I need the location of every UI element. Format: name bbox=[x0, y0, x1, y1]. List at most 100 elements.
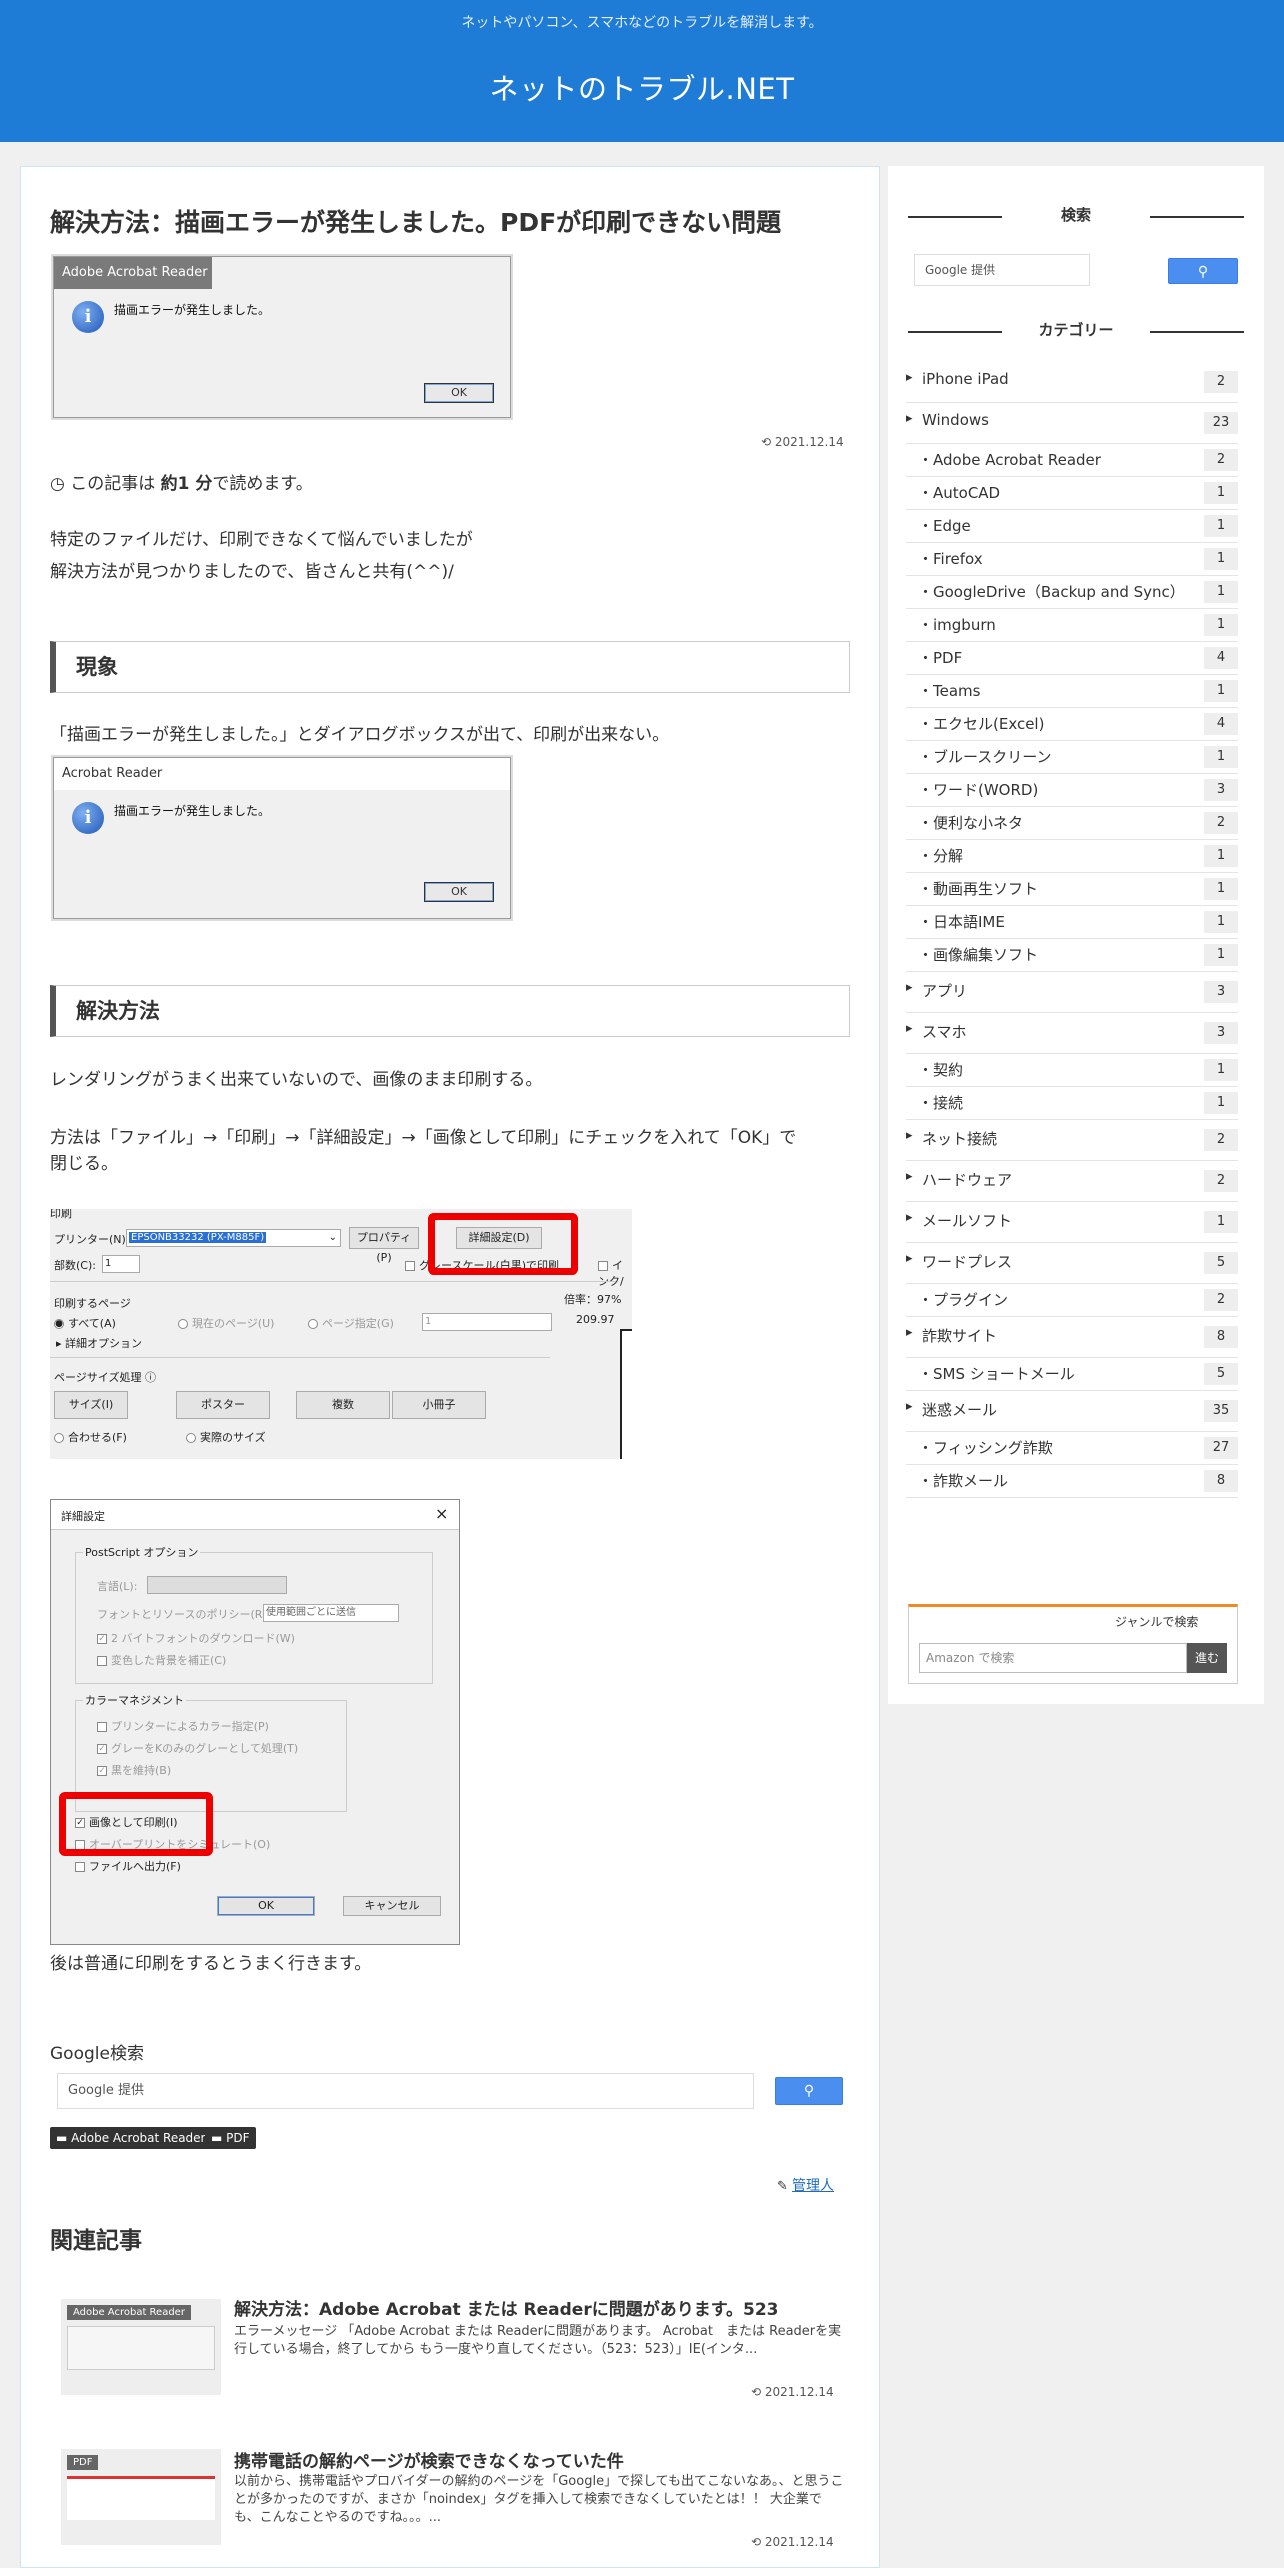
poster-button: ポスター bbox=[176, 1391, 270, 1419]
keep-black-option: ✓ 黒を維持(B) bbox=[97, 1764, 172, 1777]
category-count: 3 bbox=[1204, 779, 1238, 801]
booklet-button: 小冊子 bbox=[392, 1391, 486, 1419]
category-item[interactable]: ・日本語IME 1 bbox=[906, 906, 1238, 939]
site-title[interactable]: ネットのトラブル.NET bbox=[0, 66, 1284, 108]
category-item[interactable]: ・フィッシング詐欺 27 bbox=[906, 1432, 1238, 1465]
highlight-print-as-image bbox=[59, 1792, 213, 1856]
category-count: 1 bbox=[1204, 911, 1238, 933]
printer-value: EPSONB33232 (PX-M885F) bbox=[129, 1232, 267, 1243]
category-item[interactable]: ・GoogleDrive（Backup and Sync） 1 bbox=[906, 576, 1238, 609]
category-item[interactable]: ・imgburn 1 bbox=[906, 609, 1238, 642]
category-item[interactable]: ▸ ネット接続 2 bbox=[906, 1120, 1238, 1161]
related-date: ⟲ 2021.12.14 bbox=[751, 2535, 834, 2549]
category-label: メールソフト bbox=[922, 1212, 1013, 1230]
sizing-heading: ページサイズ処理 ⓘ bbox=[54, 1369, 156, 1385]
category-item[interactable]: ・画像編集ソフト 1 bbox=[906, 939, 1238, 972]
category-item[interactable]: ▸ ハードウェア 2 bbox=[906, 1161, 1238, 1202]
category-item[interactable]: ▸ 詐欺サイト 8 bbox=[906, 1317, 1238, 1358]
category-item[interactable]: ▸ 迷惑メール 35 bbox=[906, 1391, 1238, 1432]
paper-size-value: 209.97 bbox=[576, 1313, 615, 1326]
tag-label: PDF bbox=[226, 2131, 250, 2145]
category-item[interactable]: ・PDF 4 bbox=[906, 642, 1238, 675]
category-item[interactable]: ・Edge 1 bbox=[906, 510, 1238, 543]
google-search-button[interactable]: ⚲ bbox=[775, 2077, 843, 2105]
tag-pdf[interactable]: ▬ PDF bbox=[205, 2127, 256, 2149]
advanced-settings-image: 詳細設定 × PostScript オプション 言語(L): フォントとリソース… bbox=[50, 1499, 460, 1945]
category-label: ・契約 bbox=[918, 1061, 964, 1079]
category-label: ・AutoCAD bbox=[918, 484, 1001, 502]
category-item[interactable]: ・エクセル(Excel) 4 bbox=[906, 708, 1238, 741]
category-item[interactable]: ・プラグイン 2 bbox=[906, 1284, 1238, 1317]
category-item[interactable]: ・SMS ショートメール 5 bbox=[906, 1358, 1238, 1391]
category-label: Windows bbox=[922, 411, 989, 429]
category-item[interactable]: ▸ ワードプレス 5 bbox=[906, 1243, 1238, 1284]
sidebar-search-button[interactable]: ⚲ bbox=[1168, 258, 1238, 284]
category-count: 1 bbox=[1204, 548, 1238, 570]
related-snippet: エラーメッセージ 「Adobe Acrobat または Readerに問題があり… bbox=[234, 2324, 842, 2357]
category-item[interactable]: ・ワード(WORD) 3 bbox=[906, 774, 1238, 807]
folder-icon: ▬ bbox=[56, 2131, 72, 2145]
dialog-title: Acrobat Reader bbox=[54, 758, 510, 790]
category-item[interactable]: ▸ メールソフト 1 bbox=[906, 1202, 1238, 1243]
category-label: ・エクセル(Excel) bbox=[918, 715, 1045, 733]
related-thumbnail[interactable]: Adobe Acrobat Reader bbox=[61, 2299, 221, 2395]
category-item[interactable]: ▸ スマホ 3 bbox=[906, 1013, 1238, 1054]
after-text: 後は普通に印刷をするとうまく行きます。 bbox=[50, 1954, 372, 1974]
category-item[interactable]: ・AutoCAD 1 bbox=[906, 477, 1238, 510]
category-item[interactable]: ・分解 1 bbox=[906, 840, 1238, 873]
heading-solution: 解決方法 bbox=[50, 985, 850, 1037]
category-item[interactable]: ・Adobe Acrobat Reader 2 bbox=[906, 444, 1238, 477]
advanced-title: 詳細設定 bbox=[61, 1510, 105, 1523]
category-item[interactable]: ・接続 1 bbox=[906, 1087, 1238, 1120]
download-fonts-option: ✓ 2 バイトフォントのダウンロード(W) bbox=[97, 1632, 295, 1645]
color-mgmt-heading: カラーマネジメント bbox=[83, 1692, 186, 1708]
caret-right-icon: ▸ bbox=[906, 980, 913, 995]
amazon-genre-label[interactable]: ジャンルで検索 bbox=[1115, 1613, 1198, 1630]
tag-adobe-acrobat-reader[interactable]: ▬ Adobe Acrobat Reader bbox=[50, 2127, 212, 2149]
amazon-go-button[interactable]: 進む bbox=[1187, 1643, 1227, 1673]
category-label: ・Firefox bbox=[918, 550, 983, 568]
print-to-file-option: ファイルへ出力(F) bbox=[75, 1858, 181, 1874]
category-item[interactable]: ・動画再生ソフト 1 bbox=[906, 873, 1238, 906]
all-pages-option: ● すべて(A) bbox=[54, 1317, 116, 1330]
category-label: ・Teams bbox=[918, 682, 981, 700]
solution-text-1: レンダリングがうまく出来ていないので、画像のまま印刷する。 bbox=[50, 1070, 543, 1090]
category-label: 迷惑メール bbox=[922, 1401, 998, 1419]
search-icon: ⚲ bbox=[803, 2083, 815, 2099]
category-item[interactable]: ・詐欺メール 8 bbox=[906, 1465, 1238, 1498]
level-select bbox=[147, 1576, 287, 1594]
category-count: 35 bbox=[1204, 1400, 1238, 1422]
caret-right-icon: ▸ bbox=[906, 1210, 913, 1225]
google-search-input[interactable]: Google 提供 bbox=[57, 2073, 754, 2109]
category-item[interactable]: ・契約 1 bbox=[906, 1054, 1238, 1087]
sidebar-search-input[interactable]: Google 提供 bbox=[914, 254, 1090, 286]
symptom-text: 「描画エラーが発生しました。」とダイアログボックスが出て、印刷が出来ない。 bbox=[50, 725, 670, 745]
related-thumbnail[interactable]: PDF bbox=[61, 2449, 221, 2545]
category-item[interactable]: ・Firefox 1 bbox=[906, 543, 1238, 576]
heading-symptom: 現象 bbox=[50, 641, 850, 693]
sidebar: 検索 Google 提供 ⚲ カテゴリー ▸ iPhone iPad 2 ▸ Windo… bbox=[888, 166, 1264, 1704]
related-date-text: 2021.12.14 bbox=[764, 2385, 834, 2399]
refresh-icon: ⟲ bbox=[751, 2535, 765, 2549]
category-count: 5 bbox=[1204, 1252, 1238, 1274]
actual-size-option: 実際のサイズ bbox=[186, 1429, 266, 1445]
category-item[interactable]: ・ブルースクリーン 1 bbox=[906, 741, 1238, 774]
amazon-search-input[interactable]: Amazon で検索 bbox=[919, 1643, 1187, 1673]
category-item[interactable]: ▸ Windows 23 bbox=[906, 403, 1238, 444]
printer-label: プリンター(N): bbox=[54, 1233, 130, 1246]
category-item[interactable]: ▸ iPhone iPad 2 bbox=[906, 362, 1238, 403]
category-item[interactable]: ・便利な小ネタ 2 bbox=[906, 807, 1238, 840]
category-label: ・画像編集ソフト bbox=[918, 946, 1039, 964]
category-count: 1 bbox=[1204, 482, 1238, 504]
author-link[interactable]: ✎ 管理人 bbox=[777, 2175, 834, 2195]
reading-time: ◷ この記事は 約1 分で読めます。 bbox=[50, 469, 313, 499]
category-label: ・SMS ショートメール bbox=[918, 1365, 1075, 1383]
ink-option: インク/ bbox=[598, 1257, 632, 1289]
author-name[interactable]: 管理人 bbox=[792, 2178, 834, 2194]
category-label: ・ワード(WORD) bbox=[918, 781, 1039, 799]
related-title[interactable]: 解決方法：Adobe Acrobat または Readerに問題があります。52… bbox=[234, 2295, 854, 2320]
category-count: 3 bbox=[1204, 1022, 1238, 1044]
category-item[interactable]: ▸ アプリ 3 bbox=[906, 972, 1238, 1013]
category-item[interactable]: ・Teams 1 bbox=[906, 675, 1238, 708]
related-title[interactable]: 携帯電話の解約ページが検索できなくなっていた件 bbox=[234, 2447, 854, 2472]
